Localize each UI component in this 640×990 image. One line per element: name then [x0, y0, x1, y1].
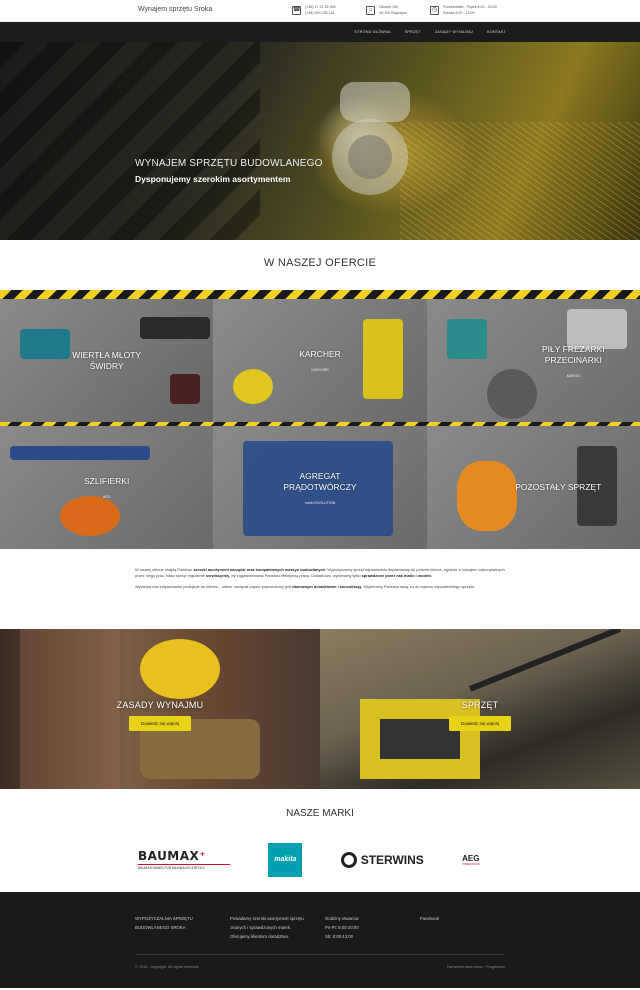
rules-title: ZASADY WYNAJMU: [116, 699, 204, 710]
brands-row: BAUMAX⁺ BAUMASCHINEN FÜR MAXIMALEN ERFOL…: [0, 827, 640, 892]
tile-sanders-brand: AEG: [102, 495, 111, 499]
tile-karcher-label: KARCHER: [299, 349, 341, 359]
baumax-logo[interactable]: BAUMAX⁺ BAUMASCHINEN FÜR MAXIMALEN ERFOL…: [138, 849, 230, 870]
hero-banner: WYNAJEM SPRZĘTU BUDOWLANEGO Dysponujemy …: [0, 42, 640, 240]
tile-karcher[interactable]: KARCHER KARCHER: [213, 299, 427, 422]
brands-title: NASZE MARKI: [286, 808, 354, 819]
hours-line-2: Sobota 8:00 - 13:00: [443, 11, 475, 15]
tile-saws-brand: MAKITA: [566, 373, 580, 378]
footer-col-about: Posiadamy szeroki asortyment sprzętu zna…: [230, 916, 304, 939]
tile-generator[interactable]: AGREGAT PRĄDOTWÓRCZY marki EVOLUTION: [213, 426, 427, 549]
phone-icon: ☎: [292, 6, 301, 15]
makita-logo[interactable]: makita: [268, 842, 303, 877]
tile-other[interactable]: POZOSTAŁY SPRZĘT: [426, 426, 640, 549]
aeg-logo[interactable]: AEG POWERTOOLS: [462, 854, 480, 866]
main-nav: STRONA GŁÓWNA SPRZĘT ZASADY WYNAJMU KONT…: [0, 22, 640, 42]
phone-2[interactable]: (+48) 509 236 118: [305, 10, 335, 16]
hero-subtitle: Dysponujemy szerokim asortymentem: [135, 174, 291, 184]
tile-drills-label: WIERTŁA MŁOTY ŚWIDRY: [72, 349, 142, 371]
footer-col-company: WYPOŻYCZALNIA SPRZĘTU BUDOWLANEGO SROKA: [135, 916, 193, 930]
nav-item-home[interactable]: STRONA GŁÓWNA: [354, 30, 390, 34]
hours-contact: ◷ Poniedziałek - Piątek 8:00 - 20:00 Sob…: [430, 4, 497, 16]
offer-tiles: WIERTŁA MŁOTY ŚWIDRY KARCHER KARCHER PIŁ…: [0, 299, 640, 422]
hazard-stripe-top: [0, 290, 640, 299]
equipment-title: SPRZĘT: [461, 699, 499, 710]
footer: WYPOŻYCZALNIA SPRZĘTU BUDOWLANEGO SROKA …: [0, 892, 640, 988]
site-title[interactable]: Wynajem sprzętu Sroka: [138, 6, 212, 13]
footer-divider: [135, 954, 505, 955]
tile-saws-label: PIŁY FREZARKI PRZECINARKI: [541, 343, 605, 365]
tile-sanders-label: SZLIFIERKI: [83, 476, 130, 486]
hero-stripes: [0, 42, 260, 240]
address-line-2: 39-100 Ropczyce: [379, 11, 407, 15]
tile-other-label: POZOSTAŁY SPRZĘT: [515, 482, 602, 492]
credit-link[interactable]: Tworzenie stron www - Progenessi: [447, 965, 505, 969]
tile-saws[interactable]: PIŁY FREZARKI PRZECINARKI MAKITA: [426, 299, 640, 422]
nav-item-equipment[interactable]: SPRZĘT: [405, 30, 421, 34]
copyright: © 2018 - copyright. All rights reserved.: [135, 965, 200, 969]
clock-icon: ◷: [430, 6, 439, 15]
rules-panel: ZASADY WYNAJMU Dowiedz się więcej: [0, 629, 320, 789]
split-section: ZASADY WYNAJMU Dowiedz się więcej SPRZĘT…: [0, 629, 640, 789]
footer-col-social: Facebook: [420, 914, 439, 923]
equipment-panel: SPRZĘT Dowiedz się więcej: [320, 629, 640, 789]
nav-item-rules[interactable]: ZASADY WYNAJMU: [435, 30, 473, 34]
about-paragraph-2: Wyróżnia nas indywidualne podejście do k…: [135, 584, 476, 590]
angle-grinder-image: [332, 82, 410, 195]
about-section: W naszej ofercie znajdą Państwo szeroki …: [0, 549, 640, 629]
about-paragraph-1: W naszej ofercie znajdą Państwo szeroki …: [135, 567, 505, 579]
top-bar: Wynajem sprzętu Sroka ☎ (+48) 17 22 28 3…: [0, 0, 640, 22]
footer-col-hours: Godziny otwarcia: Pn-Pt: 8:00-20:00 Sb: …: [325, 916, 360, 939]
offer-title: W NASZEJ OFERCIE: [263, 257, 377, 269]
sterwins-emblem-icon: [340, 851, 357, 868]
nav-item-contact[interactable]: KONTAKT: [487, 30, 506, 34]
offer-tiles-row-2: SZLIFIERKI AEG AGREGAT PRĄDOTWÓRCZY mark…: [0, 426, 640, 549]
tile-drills[interactable]: WIERTŁA MŁOTY ŚWIDRY: [0, 299, 214, 422]
tile-sanders[interactable]: SZLIFIERKI AEG: [0, 426, 214, 549]
tile-generator-brand: marki EVOLUTION: [304, 500, 336, 505]
home-icon: ⌂: [366, 6, 375, 15]
tile-generator-label: AGREGAT PRĄDOTWÓRCZY: [283, 470, 357, 492]
hero-title: WYNAJEM SPRZĘTU BUDOWLANEGO: [135, 158, 323, 169]
tile-karcher-brand: KARCHER: [311, 368, 329, 372]
equipment-more-button[interactable]: Dowiedz się więcej: [448, 715, 511, 731]
phone-contact: ☎ (+48) 17 22 28 398 (+48) 509 236 118: [292, 4, 335, 16]
facebook-link[interactable]: Facebook: [420, 914, 439, 923]
rules-more-button[interactable]: Dowiedz się więcej: [128, 715, 191, 731]
sterwins-logo[interactable]: STERWINS: [340, 851, 424, 868]
address-contact: ⌂ Okocim 19c 39-100 Ropczyce: [366, 4, 407, 16]
